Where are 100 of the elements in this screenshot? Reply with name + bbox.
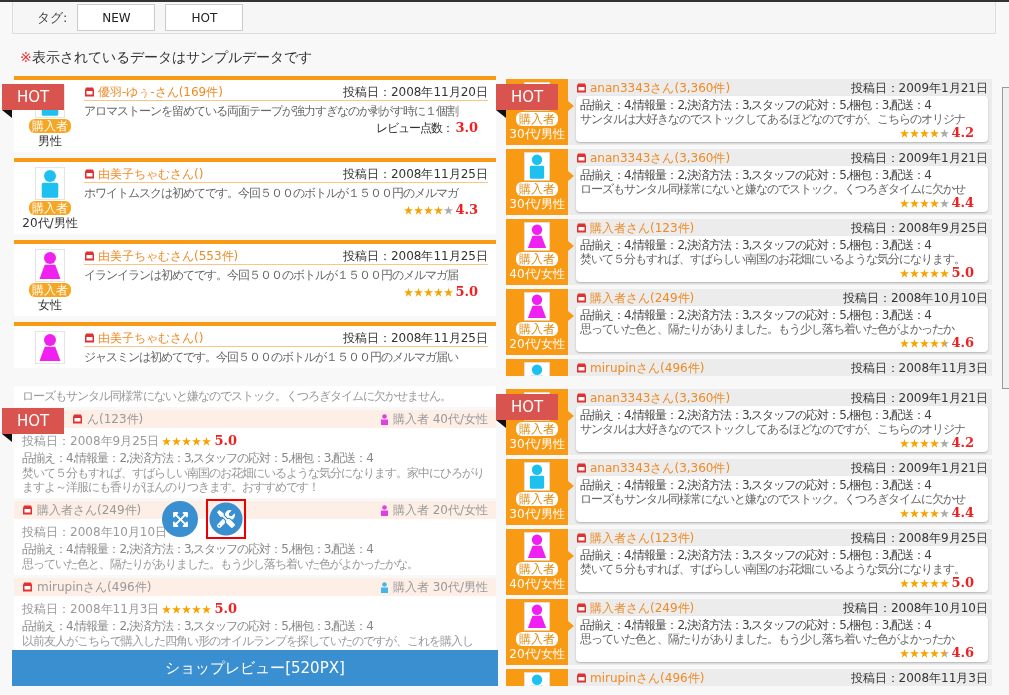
star-icon <box>900 128 910 138</box>
post-date: 投稿日：2009年1月21日 <box>850 391 988 405</box>
star-icon <box>930 338 940 348</box>
reviewer-name: mirupinさん(496件) <box>37 580 152 594</box>
reviewer-name: 由美子ちゃむさん() <box>98 167 204 181</box>
star-icon <box>940 648 950 658</box>
star-icon <box>162 604 172 614</box>
customize-button[interactable] <box>206 499 246 539</box>
star-icon <box>444 287 454 297</box>
star-icon <box>910 128 920 138</box>
hot-ribbon: HOT <box>2 408 64 434</box>
star-icon <box>192 436 202 446</box>
store-icon <box>576 463 587 473</box>
buyer-gender: 40代/女性 <box>509 576 565 591</box>
rating-breakdown: 品揃え：4,情報量：2,決済方法：3,スタッフの応対：5,梱包：3,配送：4 <box>580 408 933 422</box>
review-score: 5.0 <box>951 576 974 590</box>
store-icon <box>576 673 587 683</box>
store-icon <box>84 251 95 261</box>
store-icon <box>22 505 33 515</box>
reviewer-name: 由美子ちゃむさん(553件) <box>98 249 239 263</box>
buyer-badge: 購入者 <box>29 119 71 133</box>
scrollbar[interactable] <box>1002 87 1009 389</box>
post-date: 投稿日：2009年1月21日 <box>850 461 988 475</box>
review-text: イランイランは初めてです。今回５００のボトルが１５００円のメルマガ届 <box>84 268 459 282</box>
star-icon <box>930 128 940 138</box>
review-score: 4.4 <box>951 506 974 520</box>
review-text: 思っていた色と、隔たりがありました。もう少し落ち着いた色がよかったか <box>580 632 956 646</box>
woman-icon <box>35 331 65 364</box>
star-icon <box>930 268 940 278</box>
star-icon <box>930 648 940 658</box>
post-date: 投稿日：2008年10月10日 <box>842 291 988 305</box>
review-text: サンタルは大好きなのでストックしてあるほどなのですが、こちらのオリジナ <box>580 422 966 436</box>
review-score: 4.2 <box>951 436 974 450</box>
reviewer-name: mirupinさん(496件) <box>590 671 705 685</box>
rating-breakdown: 品揃え：4,情報量：2,決済方法：3,スタッフの応対：5,梱包：3,配送：4 <box>580 548 933 562</box>
review-text: サンタルは大好きなのでストックしてあるほどなのですが、こちらのオリジナ <box>580 112 966 126</box>
store-icon <box>576 533 587 543</box>
star-icon <box>940 508 950 518</box>
ribbon-fold <box>2 110 12 118</box>
buyer-gender: 20代/女性 <box>509 336 565 351</box>
post-date: 投稿日：2008年11月3日 <box>22 602 160 616</box>
tag-label: タグ: <box>37 8 68 27</box>
tag-button[interactable]: NEW <box>77 4 156 31</box>
star-icon <box>900 508 910 518</box>
star-icon <box>920 578 930 588</box>
star-icon <box>404 205 414 215</box>
post-date: 投稿日：2008年9月25日 <box>22 434 160 448</box>
buyer-gender: 30代/男性 <box>509 506 565 521</box>
hot-ribbon: HOT <box>496 394 558 420</box>
star-icon <box>434 205 444 215</box>
store-icon <box>576 363 587 373</box>
star-icon <box>900 268 910 278</box>
star-icon <box>900 578 910 588</box>
star-icon <box>930 578 940 588</box>
post-date: 投稿日：2008年9月25日 <box>850 531 988 545</box>
rating-breakdown: 品揃え：4,情報量：2,決済方法：3,スタッフの応対：5,梱包：3,配送：4 <box>580 308 933 322</box>
star-icon <box>414 287 424 297</box>
review-score: 3.0 <box>455 121 478 135</box>
rating-breakdown: 品揃え：4,情報量：2,決済方法：3,スタッフの応対：5,梱包：3,配送：4 <box>580 98 933 112</box>
woman-icon <box>524 222 550 251</box>
reviewer-name: 購入者さん(249件) <box>590 291 695 305</box>
store-icon <box>576 393 587 403</box>
buyer-badge: 購入者 <box>516 111 558 126</box>
review-score: 4.2 <box>951 126 974 140</box>
star-icon <box>414 205 424 215</box>
review-text: アロマストーンを留めている両面テープが強力すぎなのか剥がす時に１個割 <box>84 104 460 118</box>
tag-button[interactable]: HOT <box>165 4 244 31</box>
review-score: 5.0 <box>951 266 974 280</box>
rating-breakdown: 品揃え：4,情報量：2,決済方法：3,スタッフの応対：5,梱包：3,配送：4 <box>22 619 375 633</box>
star-icon <box>910 648 920 658</box>
buyer-gender: 30代/男性 <box>509 196 565 211</box>
buyer-badge: 購入者 <box>516 421 558 436</box>
star-icon <box>434 287 444 297</box>
review-score: 4.4 <box>951 196 974 210</box>
review-text: 焚いて５分もすれば、すばらしい南国のお花畑にいるような気分になります。 <box>580 562 966 576</box>
review-text: ローズもサンタル同様常にないと嫌なのでストック。くつろぎタイムに欠かせ <box>580 182 967 196</box>
buyer-tag: 購入者 20代/女性 <box>392 503 488 517</box>
hot-ribbon: HOT <box>2 84 64 110</box>
store-icon <box>576 223 587 233</box>
buyer-gender: 30代/男性 <box>509 126 565 141</box>
reviewer-name: 購入者さん(123件) <box>590 531 695 545</box>
star-icon <box>182 604 192 614</box>
star-icon <box>444 205 454 215</box>
reviewer-name: 購入者さん(123件) <box>590 221 695 235</box>
star-icon <box>910 508 920 518</box>
review-text: 思っていた色と、隔たりがありました。もう少し落ち着いた色がよかったかな。 <box>22 557 419 571</box>
reviewer-name: anan3343さん(3,360件) <box>590 81 731 95</box>
star-icon <box>202 436 212 446</box>
star-icon <box>424 205 434 215</box>
star-icon <box>940 578 950 588</box>
review-text: 焚いて５分もすれば、すばらしい南国のお花畑にいるような気分になります。家中にひろがりますよ～洋服にも香りがほんのりつきます。おすすめです！ <box>22 466 485 494</box>
star-icon <box>940 438 950 448</box>
buyer-tag: 購入者 30代/男性 <box>392 580 488 594</box>
review-score: 4.6 <box>951 336 974 350</box>
score-label: レビュー点数： <box>376 121 454 135</box>
store-icon <box>576 153 587 163</box>
star-icon <box>910 268 920 278</box>
store-icon <box>84 87 95 97</box>
review-text: ローズもサンタル同様常にないと嫌なのでストック。くつろぎタイムに欠かせ <box>580 492 967 506</box>
review-score: 5.0 <box>214 434 238 448</box>
